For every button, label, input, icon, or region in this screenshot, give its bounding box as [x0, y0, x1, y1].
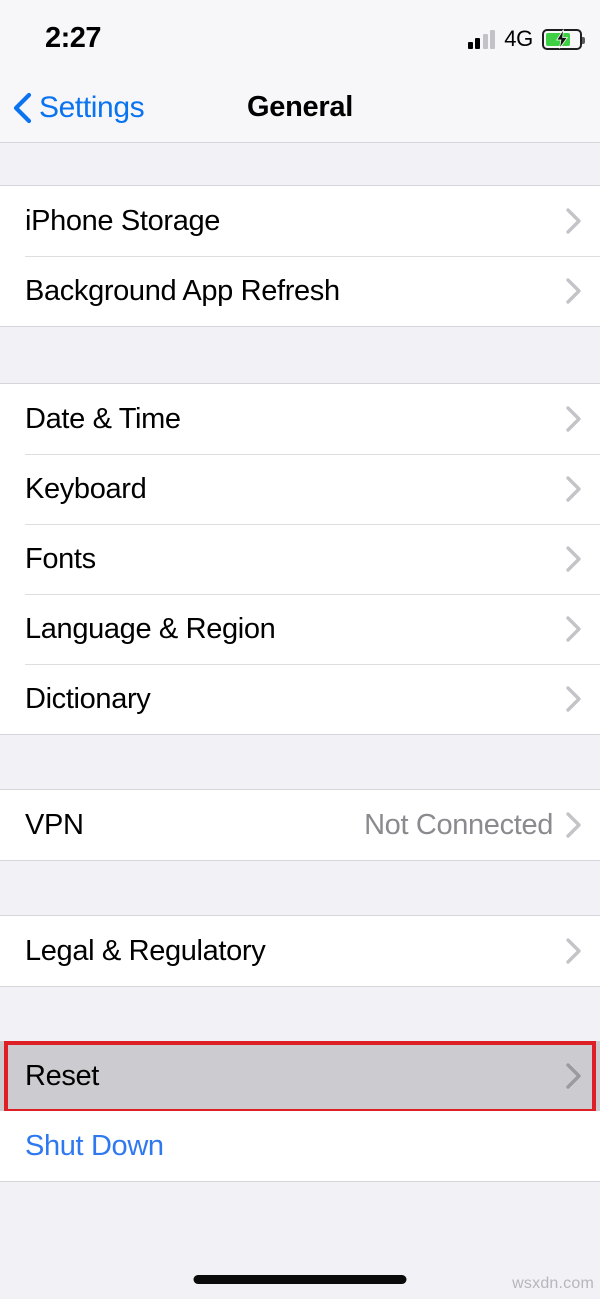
- section-reset: Reset: [0, 1041, 600, 1111]
- home-indicator[interactable]: [193, 1275, 407, 1284]
- section-gap: [0, 735, 600, 789]
- section-storage: iPhone Storage Background App Refresh: [0, 185, 600, 327]
- list-item-label: Date & Time: [25, 402, 181, 435]
- chevron-right-icon: [566, 686, 581, 712]
- bolt-glyph: [556, 29, 568, 49]
- list-item-dictionary[interactable]: Dictionary: [0, 664, 600, 734]
- list-item-label: Shut Down: [25, 1129, 164, 1162]
- settings-list[interactable]: iPhone Storage Background App Refresh Da…: [0, 144, 600, 1299]
- section-system: Date & Time Keyboard Fonts Language & Re…: [0, 383, 600, 735]
- watermark: wsxdn.com: [512, 1275, 594, 1292]
- section-gap: [0, 327, 600, 383]
- list-item-fonts[interactable]: Fonts: [0, 524, 600, 594]
- chevron-right-icon: [566, 476, 581, 502]
- status-time: 2:27: [45, 22, 102, 54]
- list-item-shut-down[interactable]: Shut Down: [0, 1111, 600, 1181]
- chevron-right-icon: [566, 812, 581, 838]
- navigation-bar: General Settings: [0, 72, 600, 143]
- chevron-right-icon: [566, 406, 581, 432]
- list-item-date-time[interactable]: Date & Time: [0, 384, 600, 454]
- status-indicators: 4G: [467, 24, 585, 54]
- status-bar: 2:27 4G: [0, 0, 600, 72]
- chevron-right-icon: [566, 938, 581, 964]
- list-item-label: Fonts: [25, 542, 96, 575]
- reset-row-wrapper: Reset: [0, 1041, 600, 1113]
- list-item-label: Keyboard: [25, 472, 147, 505]
- battery-charging-icon: [542, 28, 585, 50]
- iphone-settings-screen: 2:27 4G General Settings iPhone Storage …: [0, 0, 600, 1299]
- network-type-label: 4G: [504, 26, 533, 51]
- back-button-label: Settings: [39, 90, 145, 124]
- chevron-right-icon: [566, 546, 581, 572]
- section-gap: [0, 861, 600, 915]
- list-item-label: Dictionary: [25, 682, 151, 715]
- list-item-iphone-storage[interactable]: iPhone Storage: [0, 186, 600, 256]
- cellular-signal-icon: [467, 29, 496, 49]
- list-item-reset[interactable]: Reset: [0, 1041, 600, 1111]
- section-legal: Legal & Regulatory: [0, 915, 600, 987]
- section-shutdown: Shut Down: [0, 1111, 600, 1182]
- list-item-label: iPhone Storage: [25, 204, 221, 237]
- list-item-label: VPN: [25, 808, 84, 841]
- list-item-label: Reset: [25, 1059, 100, 1092]
- list-item-legal-regulatory[interactable]: Legal & Regulatory: [0, 916, 600, 986]
- vpn-status-value: Not Connected: [364, 808, 553, 841]
- section-gap: [0, 987, 600, 1041]
- chevron-right-icon: [566, 616, 581, 642]
- list-item-label: Background App Refresh: [25, 274, 340, 307]
- chevron-right-icon: [566, 208, 581, 234]
- chevron-right-icon: [566, 278, 581, 304]
- section-gap: [0, 144, 600, 185]
- list-item-label: Legal & Regulatory: [25, 934, 266, 967]
- list-item-background-app-refresh[interactable]: Background App Refresh: [0, 256, 600, 326]
- chevron-left-icon: [13, 92, 32, 123]
- section-vpn: VPN Not Connected: [0, 789, 600, 861]
- back-button[interactable]: Settings: [12, 72, 154, 143]
- list-item-keyboard[interactable]: Keyboard: [0, 454, 600, 524]
- list-item-label: Language & Region: [25, 612, 276, 645]
- list-item-vpn[interactable]: VPN Not Connected: [0, 790, 600, 860]
- chevron-right-icon: [566, 1063, 581, 1089]
- list-item-language-region[interactable]: Language & Region: [0, 594, 600, 664]
